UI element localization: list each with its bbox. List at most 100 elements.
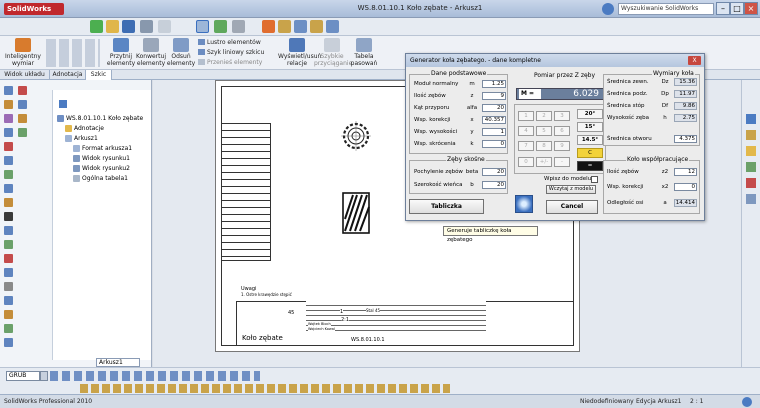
bore-diameter-input[interactable]: 4.375 <box>674 135 697 143</box>
filter-icon[interactable] <box>59 100 67 108</box>
palette-icon-22[interactable] <box>18 114 27 123</box>
palette-icon-3[interactable] <box>4 114 13 123</box>
calc-key-3[interactable]: 3 <box>554 111 570 121</box>
minimize-button[interactable]: – <box>716 2 730 15</box>
calc-key-5[interactable]: 5 <box>536 126 552 136</box>
read-from-model-button[interactable]: Wczytaj z modelu <box>546 185 596 194</box>
file-explorer-icon[interactable] <box>746 146 756 156</box>
shortening-input[interactable]: 0 <box>482 140 506 148</box>
palette-icon-21[interactable] <box>18 100 27 109</box>
face-width-input[interactable]: 20 <box>482 181 506 189</box>
help-icon[interactable] <box>602 3 614 15</box>
macro-icon[interactable] <box>262 20 275 33</box>
palette-icon-17[interactable] <box>4 310 13 319</box>
calc-key-14-5deg[interactable]: 14.5° <box>577 135 603 145</box>
rebuild-icon[interactable] <box>214 20 227 33</box>
tree-item-annotations[interactable]: Adnotacje <box>65 124 104 133</box>
pressure-angle-input[interactable]: 20 <box>482 104 506 112</box>
palette-icon-10[interactable] <box>4 212 13 221</box>
smart-dimension-button[interactable]: Inteligentny wymiar <box>4 38 42 67</box>
options-icon[interactable] <box>232 20 245 33</box>
calc-key-1[interactable]: 1 <box>518 111 534 121</box>
calc-key-sign[interactable]: +/- <box>536 157 552 167</box>
tree-root[interactable]: WS.8.01.10.1 Koło zębate <box>57 114 143 123</box>
calc-key-minus[interactable]: - <box>554 157 570 167</box>
palette-icon-13[interactable] <box>4 254 13 263</box>
write-to-model-checkbox[interactable] <box>591 176 598 183</box>
calc-key-4[interactable]: 4 <box>518 126 534 136</box>
open-icon[interactable] <box>106 20 119 33</box>
display-relations-button[interactable]: Wyświetl/usuń relacje <box>278 38 321 67</box>
calc-key-6[interactable]: 6 <box>554 126 570 136</box>
palette-icon-11[interactable] <box>4 226 13 235</box>
calc-key-equals[interactable]: = <box>577 161 603 171</box>
palette-icon-2[interactable] <box>4 100 13 109</box>
move-entities-item[interactable]: Przenieś elementy <box>198 59 262 67</box>
teeth-input[interactable]: 9 <box>482 92 506 100</box>
tool-icon-1[interactable] <box>278 20 291 33</box>
calc-key-9[interactable]: 9 <box>554 141 570 151</box>
tool-icon-4[interactable] <box>326 20 339 33</box>
palette-icon-5[interactable] <box>4 142 13 151</box>
palette-icon-1[interactable] <box>4 86 13 95</box>
height-coef-input[interactable]: 1 <box>482 128 506 136</box>
help-status-icon[interactable] <box>742 397 752 407</box>
palette-icon-12[interactable] <box>4 240 13 249</box>
palette-icon-20[interactable] <box>18 86 27 95</box>
helix-angle-input[interactable]: 20 <box>482 168 506 176</box>
new-icon[interactable] <box>90 20 103 33</box>
calc-key-8[interactable]: 8 <box>536 141 552 151</box>
gear-logo-icon[interactable] <box>515 195 533 213</box>
fit-table-button[interactable]: Tabela pasowań <box>350 38 378 67</box>
palette-icon-4[interactable] <box>4 128 13 137</box>
tree-item-sheet-format[interactable]: Format arkusza1 <box>73 144 132 153</box>
design-library-icon[interactable] <box>746 130 756 140</box>
close-button[interactable]: × <box>744 2 758 15</box>
tree-item-sheet[interactable]: Arkusz1 <box>65 134 98 143</box>
palette-icon-14[interactable] <box>4 268 13 277</box>
tab-sketch[interactable]: Szkic <box>86 70 112 80</box>
layer-dropdown-icon[interactable] <box>40 371 48 381</box>
tab-annotation[interactable]: Adnotacja <box>50 70 86 80</box>
trim-entities-button[interactable]: Przytnij elementy <box>106 38 136 67</box>
tool-icon-2[interactable] <box>294 20 307 33</box>
palette-icon-6[interactable] <box>4 156 13 165</box>
tab-layout-view[interactable]: Widok układu <box>0 70 50 80</box>
tree-item-table[interactable]: Ogólna tabela1 <box>73 174 128 183</box>
palette-icon-23[interactable] <box>18 128 27 137</box>
palette-icon-9[interactable] <box>4 198 13 207</box>
custom-properties-icon[interactable] <box>746 194 756 204</box>
save-icon[interactable] <box>122 20 135 33</box>
palette-icon-16[interactable] <box>4 296 13 305</box>
calc-key-0[interactable]: 0 <box>518 157 534 167</box>
dialog-close-button[interactable]: X <box>688 56 701 65</box>
view-palette-icon[interactable] <box>746 162 756 172</box>
palette-icon-8[interactable] <box>4 184 13 193</box>
linear-pattern-item[interactable]: Szyk liniowy szkicu <box>198 49 264 57</box>
cancel-button[interactable]: Cancel <box>546 200 598 214</box>
tool-icon-3[interactable] <box>310 20 323 33</box>
module-input[interactable]: 1.25 <box>482 80 506 88</box>
sheet-tab[interactable]: Arkusz1 <box>96 358 140 367</box>
offset-entities-button[interactable]: Odsuń elementy <box>166 38 196 67</box>
correction-input[interactable]: 40.357 <box>482 116 506 124</box>
layer-select[interactable]: GRUB <box>6 371 40 381</box>
mirror-entities-item[interactable]: Lustro elementów <box>198 39 261 47</box>
print-icon[interactable] <box>140 20 153 33</box>
calc-key-2[interactable]: 2 <box>536 111 552 121</box>
resources-icon[interactable] <box>746 114 756 124</box>
calc-key-20deg[interactable]: 20° <box>577 109 603 119</box>
palette-icon-15[interactable] <box>4 282 13 291</box>
convert-entities-button[interactable]: Konwertuj elementy <box>136 38 166 67</box>
calc-key-15deg[interactable]: 15° <box>577 122 603 132</box>
appearances-icon[interactable] <box>746 178 756 188</box>
calc-key-clear[interactable]: C <box>577 148 603 158</box>
maximize-button[interactable]: □ <box>730 2 744 15</box>
palette-icon-19[interactable] <box>4 338 13 347</box>
mating-correction-input[interactable]: 0 <box>674 183 697 191</box>
undo-icon[interactable] <box>158 20 171 33</box>
palette-icon-7[interactable] <box>4 170 13 179</box>
palette-icon-18[interactable] <box>4 324 13 333</box>
tree-item-view1[interactable]: Widok rysunku1 <box>73 154 130 163</box>
select-icon[interactable] <box>196 20 209 33</box>
